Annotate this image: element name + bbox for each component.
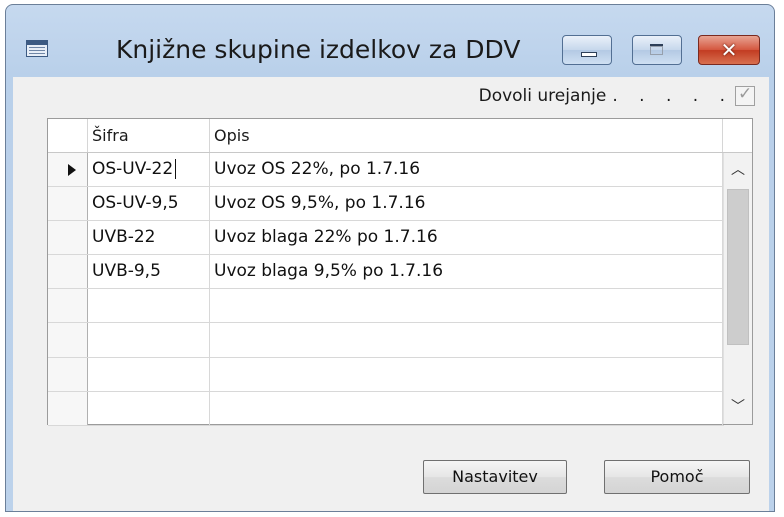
row-selector[interactable] xyxy=(48,323,88,357)
cell-code[interactable]: UVB-9,5 xyxy=(88,255,210,289)
column-header-description[interactable]: Opis xyxy=(210,119,723,152)
close-button[interactable]: ✕ xyxy=(698,35,760,65)
table-header: Šifra Opis xyxy=(48,119,752,153)
allow-edit-field: Dovoli urejanje . . . . . xyxy=(479,83,755,109)
cell-description[interactable]: Uvoz OS 22%, po 1.7.16 xyxy=(210,153,723,187)
row-selector[interactable] xyxy=(48,221,88,255)
cell-code[interactable] xyxy=(88,289,210,323)
row-pointer-icon[interactable] xyxy=(48,153,88,187)
vertical-scrollbar[interactable]: ︿ ﹀ xyxy=(723,153,752,424)
table-row[interactable] xyxy=(48,289,724,324)
table-form-icon[interactable] xyxy=(26,40,48,57)
cell-description[interactable] xyxy=(210,391,723,425)
chevron-up-icon[interactable]: ︿ xyxy=(724,153,752,187)
allow-edit-checkbox[interactable] xyxy=(735,84,755,106)
cell-code[interactable]: UVB-22 xyxy=(88,221,210,255)
row-selector[interactable] xyxy=(48,391,88,425)
window-title: Knjižne skupine izdelkov za DDV xyxy=(116,35,521,64)
cell-code-text: OS-UV-22 xyxy=(92,159,174,179)
table-row[interactable] xyxy=(48,323,724,358)
table-row[interactable] xyxy=(48,391,724,426)
cell-code[interactable] xyxy=(88,357,210,391)
cell-description[interactable]: Uvoz OS 9,5%, po 1.7.16 xyxy=(210,187,723,221)
table-row[interactable]: UVB-22 Uvoz blaga 22% po 1.7.16 xyxy=(48,221,724,256)
cell-code[interactable]: OS-UV-22 xyxy=(88,153,210,187)
scrollbar-thumb[interactable] xyxy=(727,189,749,345)
row-selector[interactable] xyxy=(48,187,88,221)
table-row[interactable]: UVB-9,5 Uvoz blaga 9,5% po 1.7.16 xyxy=(48,255,724,290)
text-caret xyxy=(175,159,177,179)
row-selector-header xyxy=(48,119,88,152)
minimize-button[interactable] xyxy=(562,35,612,65)
cell-description[interactable]: Uvoz blaga 22% po 1.7.16 xyxy=(210,221,723,255)
minimize-icon xyxy=(581,52,597,57)
cell-description[interactable]: Uvoz blaga 9,5% po 1.7.16 xyxy=(210,255,723,289)
row-selector[interactable] xyxy=(48,289,88,323)
cell-description[interactable] xyxy=(210,323,723,357)
allow-edit-dots: . . . . . xyxy=(612,86,733,106)
title-bar[interactable]: Knjižne skupine izdelkov za DDV ✕ xyxy=(6,5,774,77)
cell-code[interactable] xyxy=(88,391,210,425)
chevron-down-icon[interactable]: ﹀ xyxy=(724,390,752,424)
cell-description[interactable] xyxy=(210,357,723,391)
cell-code[interactable]: OS-UV-9,5 xyxy=(88,187,210,221)
dialog-body: Dovoli urejanje . . . . . Šifra Opis OS-… xyxy=(13,77,769,511)
close-icon: ✕ xyxy=(720,38,738,62)
cell-description[interactable] xyxy=(210,289,723,323)
help-button[interactable]: Pomoč xyxy=(604,460,750,494)
row-selector[interactable] xyxy=(48,255,88,289)
dialog-window: Knjižne skupine izdelkov za DDV ✕ Dovoli… xyxy=(5,4,775,512)
allow-edit-label: Dovoli urejanje xyxy=(478,86,607,106)
setup-button[interactable]: Nastavitev xyxy=(423,460,567,494)
table-row[interactable] xyxy=(48,357,724,392)
row-selector[interactable] xyxy=(48,357,88,391)
column-header-code[interactable]: Šifra xyxy=(88,119,210,152)
table-body: OS-UV-22 Uvoz OS 22%, po 1.7.16 OS-UV-9,… xyxy=(48,153,724,426)
vat-groups-table: Šifra Opis OS-UV-22 Uvoz OS 22%, po 1.7.… xyxy=(47,118,753,426)
table-row[interactable]: OS-UV-22 Uvoz OS 22%, po 1.7.16 xyxy=(48,153,724,188)
maximize-icon xyxy=(650,44,663,55)
cell-code[interactable] xyxy=(88,323,210,357)
table-row[interactable]: OS-UV-9,5 Uvoz OS 9,5%, po 1.7.16 xyxy=(48,187,724,222)
maximize-button[interactable] xyxy=(632,35,682,65)
